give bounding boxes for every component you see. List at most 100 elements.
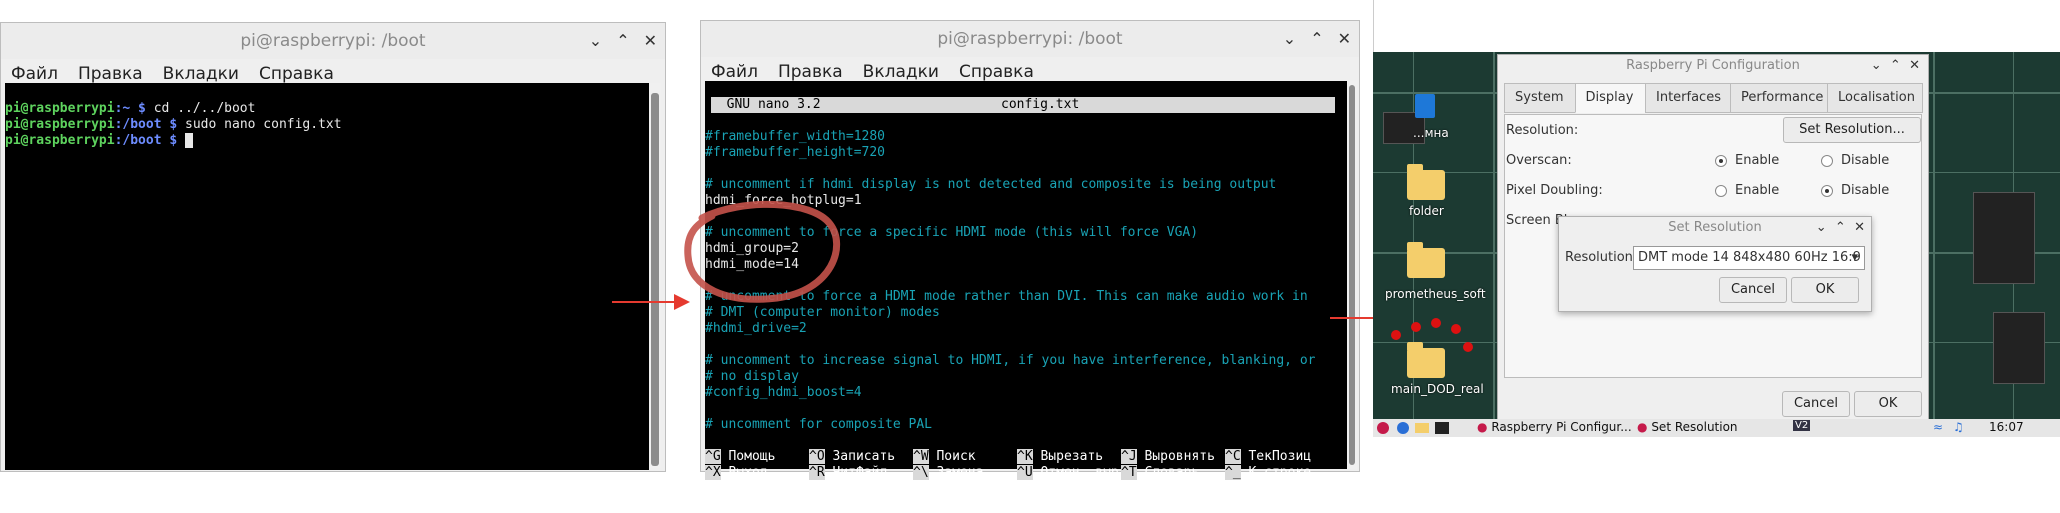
left-terminal-scrollbar[interactable]	[649, 83, 661, 468]
terminal-line: pi@raspberrypi:/boot $	[5, 133, 649, 149]
menu-file[interactable]: Файл	[1, 59, 68, 84]
dialog-titlebar[interactable]: Set Resolution ⌄ ⌃ ✕	[1559, 217, 1871, 239]
left-terminal-window: pi@raspberrypi: /boot ⌄ ⌃ ✕ Файл Правка Вк…	[0, 22, 666, 472]
nano-terminal-titlebar[interactable]: pi@raspberrypi: /boot ⌄ ⌃ ✕	[701, 21, 1359, 57]
maximize-icon[interactable]: ⌃	[1890, 58, 1901, 73]
nano-shortcuts-row-1: ^G Помощь ^O Записать ^W Поиск ^K Вырезать ^…	[705, 449, 1347, 465]
nano-line: #config_hdmi_boost=4	[705, 385, 862, 400]
tab-interfaces[interactable]: Interfaces	[1645, 83, 1731, 113]
tab-display[interactable]: Display	[1574, 83, 1646, 113]
shortcut-key: ^_	[1225, 465, 1241, 480]
cursor	[185, 133, 193, 148]
pixel-doubling-label: Pixel Doubling:	[1506, 183, 1603, 198]
menu-edit[interactable]: Правка	[68, 59, 153, 84]
overscan-disable-label: Disable	[1841, 153, 1890, 168]
terminal-icon[interactable]	[1435, 422, 1449, 434]
minimize-icon[interactable]: ⌄	[1816, 220, 1827, 235]
resolution-ok-button[interactable]: OK	[1791, 277, 1859, 303]
nano-terminal-scrollbar[interactable]	[1347, 81, 1357, 469]
folder-icon[interactable]	[1407, 164, 1445, 200]
dialog-titlebar[interactable]: Raspberry Pi Configuration ⌄ ⌃ ✕	[1498, 55, 1928, 77]
nano-shortcut: ^_ К строке	[1225, 465, 1329, 481]
maximize-icon[interactable]: ⌃	[1835, 220, 1846, 235]
close-icon[interactable]: ✕	[1854, 220, 1865, 235]
menu-tabs[interactable]: Вкладки	[853, 57, 949, 82]
nano-shortcut: ^\ Замена	[913, 465, 1017, 481]
scrollbar-thumb[interactable]	[651, 93, 659, 466]
shortcut-label: ЧитФайл	[824, 465, 888, 480]
minimize-icon[interactable]: ⌄	[1283, 21, 1296, 57]
left-terminal-titlebar[interactable]: pi@raspberrypi: /boot ⌄ ⌃ ✕	[1, 23, 665, 59]
nano-line: #framebuffer_width=1280	[705, 129, 886, 144]
wifi-icon[interactable]: ≈	[1933, 420, 1943, 434]
taskbar-item-set-resolution[interactable]: ● Set Resolution	[1637, 420, 1738, 434]
pixel-doubling-disable-radio[interactable]	[1821, 185, 1833, 197]
folder-icon[interactable]	[1407, 342, 1445, 378]
set-resolution-button[interactable]: Set Resolution...	[1783, 117, 1921, 143]
menu-edit[interactable]: Правка	[768, 57, 853, 82]
minimize-icon[interactable]: ⌄	[1871, 58, 1882, 73]
taskbar-item-label: Set Resolution	[1651, 420, 1738, 434]
maximize-icon[interactable]: ⌃	[616, 23, 629, 59]
config-cancel-button[interactable]: Cancel	[1782, 391, 1850, 417]
resolution-select[interactable]: DMT mode 14 848x480 60Hz 16:9 ▾	[1633, 246, 1865, 270]
dropdown-arrow-icon: ▾	[1851, 250, 1858, 265]
nano-header: GNU nano 3.2 config.txt	[711, 97, 1335, 113]
taskbar-item-label: Raspberry Pi Configur...	[1491, 420, 1632, 434]
nano-line	[705, 113, 1347, 129]
volume-icon[interactable]: ♫	[1953, 420, 1964, 434]
menu-tabs[interactable]: Вкладки	[153, 59, 249, 84]
pixel-doubling-enable-label: Enable	[1735, 183, 1780, 198]
vnc-icon[interactable]: V2	[1793, 420, 1811, 431]
overscan-label: Overscan:	[1506, 153, 1572, 168]
nano-shortcuts-row-2: ^X Выход ^R ЧитФайл ^\ Замена ^U Отмен. выр…	[705, 465, 1347, 481]
close-icon[interactable]: ✕	[1909, 58, 1920, 73]
nano-line: # uncomment to increase signal to HDMI, …	[705, 353, 1316, 368]
config-ok-button[interactable]: OK	[1854, 391, 1922, 417]
browser-icon[interactable]	[1397, 422, 1409, 434]
desktop-icon-label: prometheus_soft	[1385, 287, 1486, 301]
trash-icon[interactable]	[1415, 94, 1435, 118]
taskbar-item-config[interactable]: ● Raspberry Pi Configur...	[1477, 420, 1632, 434]
raspberry-icon: ●	[1477, 420, 1488, 434]
close-icon[interactable]: ✕	[644, 23, 657, 59]
menu-help[interactable]: Справка	[249, 59, 344, 84]
pixel-doubling-enable-radio[interactable]	[1715, 185, 1727, 197]
nano-line: # no display	[705, 369, 799, 384]
nano-line	[705, 401, 1347, 417]
scrollbar-thumb[interactable]	[1349, 85, 1355, 465]
tab-localisation[interactable]: Localisation	[1827, 83, 1923, 113]
shortcut-key: ^C	[1225, 449, 1241, 464]
resolution-cancel-button[interactable]: Cancel	[1719, 277, 1787, 303]
prompt-path: :/boot $	[114, 133, 178, 148]
nano-line: # uncomment for composite PAL	[705, 417, 932, 432]
overscan-enable-radio[interactable]	[1715, 155, 1727, 167]
tab-system[interactable]: System	[1504, 83, 1576, 113]
folder-icon[interactable]	[1407, 242, 1445, 278]
shortcut-label: Помощь	[720, 449, 776, 464]
menu-help[interactable]: Справка	[949, 57, 1044, 82]
nano-line: # uncomment if hdmi display is not detec…	[705, 177, 1277, 192]
window-title: pi@raspberrypi: /boot	[937, 29, 1123, 49]
shortcut-label: Поиск	[928, 449, 976, 464]
overscan-enable-label: Enable	[1735, 153, 1780, 168]
overscan-disable-radio[interactable]	[1821, 155, 1833, 167]
window-title: pi@raspberrypi: /boot	[240, 31, 426, 51]
menu-file[interactable]: Файл	[701, 57, 768, 82]
prompt-user: pi@raspberrypi	[5, 133, 115, 148]
close-icon[interactable]: ✕	[1338, 21, 1351, 57]
prompt-path: :/boot $	[114, 117, 178, 132]
shortcut-key: ^U	[1017, 465, 1033, 480]
raspberry-menu-icon[interactable]	[1377, 422, 1389, 434]
shortcut-key: ^W	[913, 449, 929, 464]
nano-shortcut: ^G Помощь	[705, 449, 809, 465]
minimize-icon[interactable]: ⌄	[589, 23, 602, 59]
tab-performance[interactable]: Performance	[1730, 83, 1828, 113]
shortcut-key: ^\	[913, 465, 929, 480]
left-terminal-screen[interactable]: pi@raspberrypi:~ $ cd ../../boot pi@raspb…	[5, 83, 649, 470]
desktop-icon-label: ...мна	[1413, 126, 1449, 140]
maximize-icon[interactable]: ⌃	[1310, 21, 1323, 57]
nano-shortcut: ^R ЧитФайл	[809, 465, 913, 481]
file-manager-icon[interactable]	[1415, 423, 1429, 433]
nano-shortcut: ^C ТекПозиц	[1225, 449, 1329, 465]
